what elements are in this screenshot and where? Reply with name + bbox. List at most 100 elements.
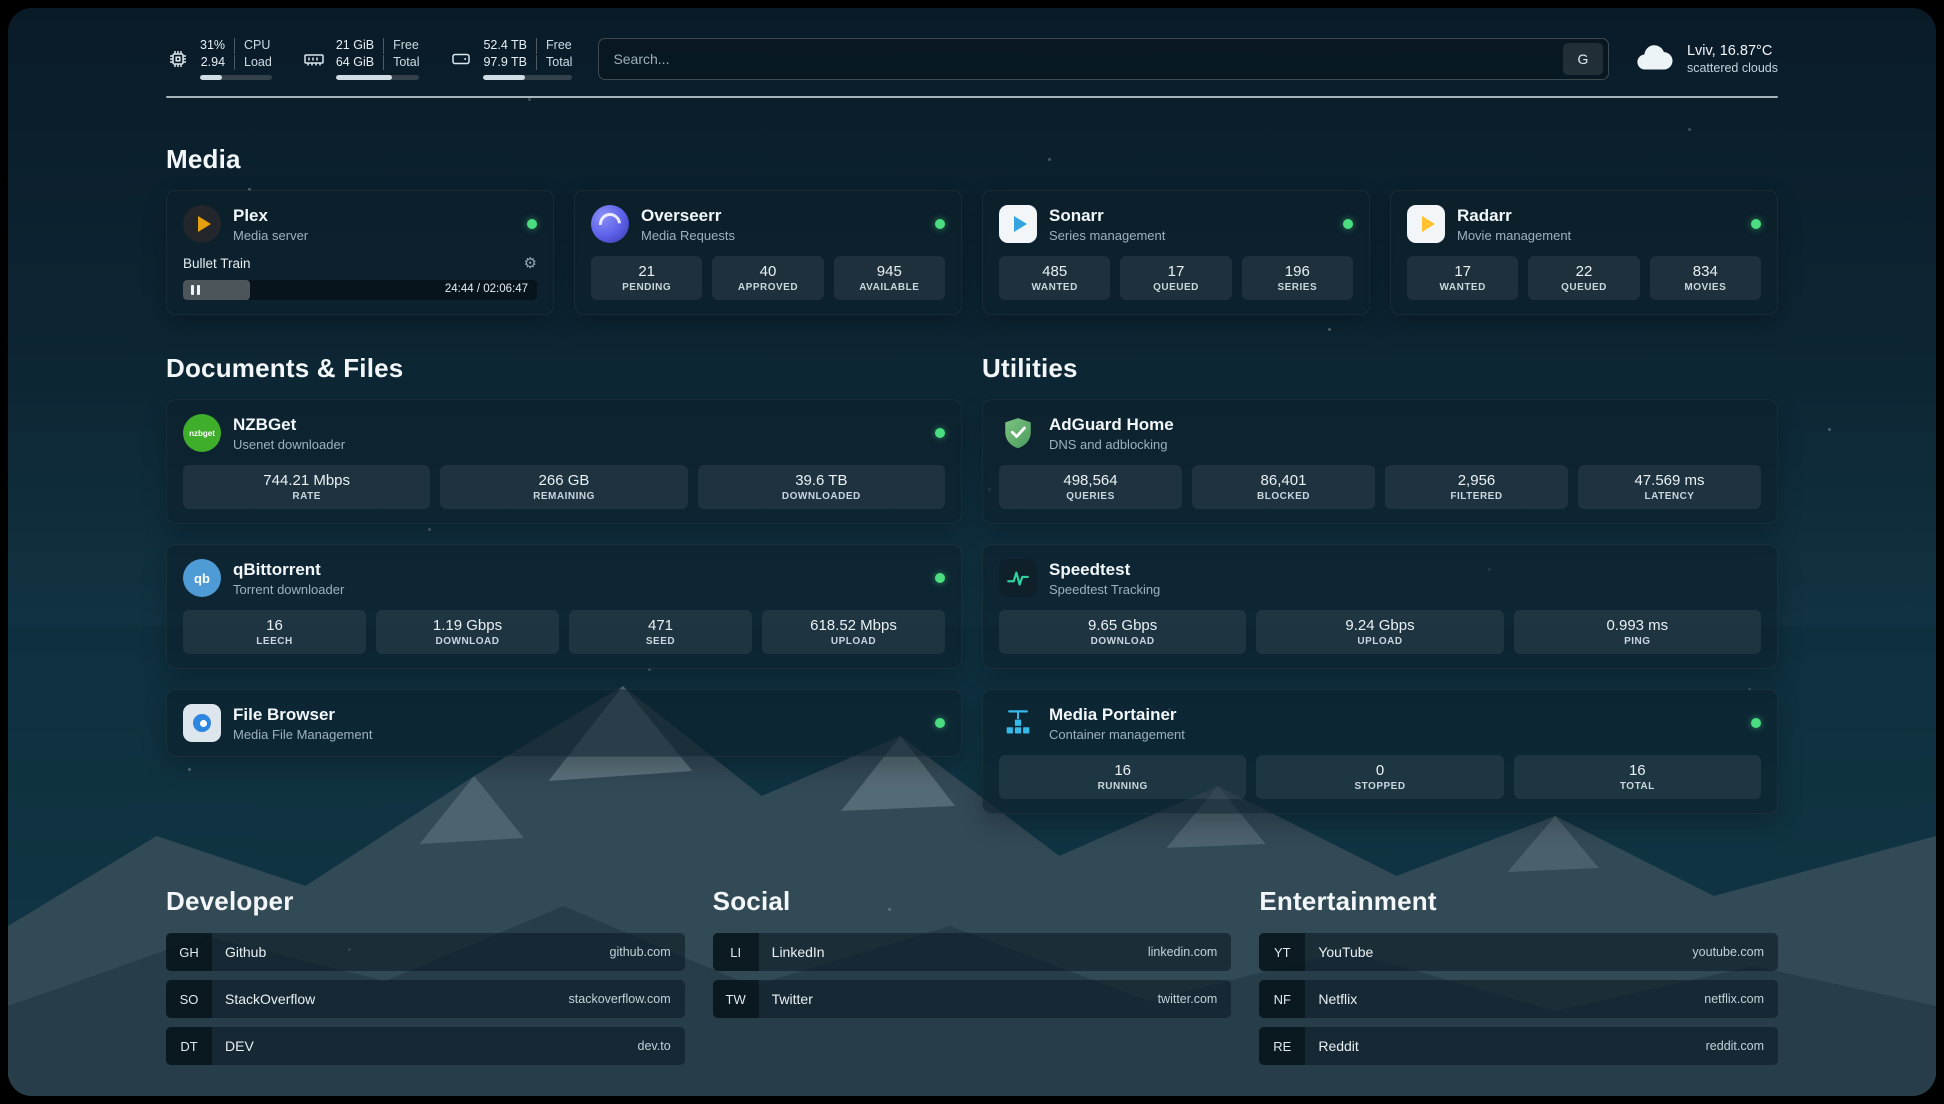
section-title-developer: Developer [166, 886, 685, 917]
search-input[interactable] [599, 39, 1563, 79]
playback-time: 24:44 / 02:06:47 [445, 283, 528, 295]
cpu-load-value: 2.94 [200, 55, 234, 71]
stat-rate: 744.21 MbpsRATE [183, 465, 430, 509]
service-card-radarr[interactable]: Radarr Movie management 17WANTED 22QUEUE… [1390, 190, 1778, 315]
stat-seed: 471SEED [569, 610, 752, 654]
playback-progress-bar[interactable]: 24:44 / 02:06:47 [183, 280, 537, 300]
speedtest-icon [999, 559, 1037, 597]
header-divider [166, 96, 1778, 98]
stat-remaining: 266 GBREMAINING [440, 465, 687, 509]
cpu-metric: 31% CPU 2.94 Load [166, 38, 272, 80]
stat-queued: 22QUEUED [1528, 256, 1639, 300]
status-dot [1343, 219, 1353, 229]
status-dot [935, 428, 945, 438]
disk-icon [449, 47, 473, 71]
service-subtitle: Media Requests [641, 228, 735, 243]
service-subtitle: Speedtest Tracking [1049, 582, 1160, 597]
service-title: File Browser [233, 705, 372, 725]
bookmark-github[interactable]: GH Github github.com [166, 933, 685, 971]
service-card-speedtest[interactable]: Speedtest Speedtest Tracking 9.65 GbpsDO… [982, 544, 1778, 669]
bookmark-url: youtube.com [1692, 945, 1764, 959]
media-cards-row: Plex Media server Bullet Train ⚙ 24:44 /… [166, 190, 1778, 315]
service-card-plex[interactable]: Plex Media server Bullet Train ⚙ 24:44 /… [166, 190, 554, 315]
service-card-sonarr[interactable]: Sonarr Series management 485WANTED 17QUE… [982, 190, 1370, 315]
overseerr-icon [591, 205, 629, 243]
gear-icon[interactable]: ⚙ [524, 254, 537, 272]
utilities-column: Utilities [982, 353, 1778, 834]
documents-column: Documents & Files nzbget NZBGet Usenet d… [166, 353, 962, 834]
bookmark-name: Reddit [1318, 1038, 1358, 1054]
bookmark-abbr: GH [166, 933, 212, 971]
stat-wanted: 485WANTED [999, 256, 1110, 300]
cpu-progress-bar [200, 75, 272, 80]
disk-total-value: 97.9 TB [483, 55, 536, 71]
service-title: Radarr [1457, 206, 1571, 226]
stat-wanted: 17WANTED [1407, 256, 1518, 300]
stat-running: 16RUNNING [999, 755, 1246, 799]
service-subtitle: Media File Management [233, 727, 372, 742]
bookmark-stackoverflow[interactable]: SO StackOverflow stackoverflow.com [166, 980, 685, 1018]
portainer-icon [999, 704, 1037, 742]
ram-total-label: Total [383, 55, 419, 71]
bookmark-abbr: NF [1259, 980, 1305, 1018]
stat-total: 16TOTAL [1514, 755, 1761, 799]
service-card-overseerr[interactable]: Overseerr Media Requests 21PENDING 40APP… [574, 190, 962, 315]
cpu-usage-label: CPU [234, 38, 272, 54]
service-card-portainer[interactable]: Media Portainer Container management 16R… [982, 689, 1778, 814]
stat-upload: 9.24 GbpsUPLOAD [1256, 610, 1503, 654]
stat-approved: 40APPROVED [712, 256, 823, 300]
bookmark-abbr: YT [1259, 933, 1305, 971]
bookmark-twitter[interactable]: TW Twitter twitter.com [713, 980, 1232, 1018]
ram-progress-bar [336, 75, 420, 80]
bookmark-url: reddit.com [1706, 1039, 1764, 1053]
service-title: qBittorrent [233, 560, 344, 580]
sonarr-icon [999, 205, 1037, 243]
status-dot [935, 219, 945, 229]
service-subtitle: Movie management [1457, 228, 1571, 243]
stat-latency: 47.569 msLATENCY [1578, 465, 1761, 509]
stat-pending: 21PENDING [591, 256, 702, 300]
service-subtitle: Media server [233, 228, 308, 243]
bookmark-name: StackOverflow [225, 991, 315, 1007]
top-bar: 31% CPU 2.94 Load [166, 38, 1778, 80]
bookmark-youtube[interactable]: YT YouTube youtube.com [1259, 933, 1778, 971]
ram-metric: 21 GiB Free 64 GiB Total [302, 38, 420, 80]
search-provider-button[interactable]: G [1563, 43, 1603, 75]
stat-download: 9.65 GbpsDOWNLOAD [999, 610, 1246, 654]
disk-progress-bar [483, 75, 572, 80]
adguard-icon [999, 414, 1037, 452]
disk-free-value: 52.4 TB [483, 38, 536, 54]
service-title: Overseerr [641, 206, 735, 226]
pause-icon[interactable] [191, 285, 200, 295]
service-card-qbittorrent[interactable]: qb qBittorrent Torrent downloader 16LEEC… [166, 544, 962, 669]
qbittorrent-icon: qb [183, 559, 221, 597]
disk-total-label: Total [536, 55, 572, 71]
system-metrics: 31% CPU 2.94 Load [166, 38, 572, 80]
bookmark-abbr: RE [1259, 1027, 1305, 1065]
service-card-adguard[interactable]: AdGuard Home DNS and adblocking 498,564Q… [982, 399, 1778, 524]
service-title: Sonarr [1049, 206, 1165, 226]
service-title: AdGuard Home [1049, 415, 1174, 435]
service-card-filebrowser[interactable]: File Browser Media File Management [166, 689, 962, 757]
bookmark-linkedin[interactable]: LI LinkedIn linkedin.com [713, 933, 1232, 971]
stat-queries: 498,564QUERIES [999, 465, 1182, 509]
memory-icon [302, 47, 326, 71]
bookmark-name: Github [225, 944, 266, 960]
status-dot [527, 219, 537, 229]
bookmark-url: stackoverflow.com [569, 992, 671, 1006]
bookmark-name: LinkedIn [772, 944, 825, 960]
ram-free-value: 21 GiB [336, 38, 383, 54]
stat-series: 196SERIES [1242, 256, 1353, 300]
weather-condition: scattered clouds [1687, 61, 1778, 75]
stat-blocked: 86,401BLOCKED [1192, 465, 1375, 509]
bookmark-abbr: LI [713, 933, 759, 971]
bookmark-reddit[interactable]: RE Reddit reddit.com [1259, 1027, 1778, 1065]
disk-metric: 52.4 TB Free 97.9 TB Total [449, 38, 572, 80]
bookmark-name: DEV [225, 1038, 254, 1054]
service-subtitle: Usenet downloader [233, 437, 345, 452]
bookmark-netflix[interactable]: NF Netflix netflix.com [1259, 980, 1778, 1018]
section-title-social: Social [713, 886, 1232, 917]
bookmark-dev[interactable]: DT DEV dev.to [166, 1027, 685, 1065]
service-card-nzbget[interactable]: nzbget NZBGet Usenet downloader 744.21 M… [166, 399, 962, 524]
search-bar: G [598, 38, 1609, 80]
